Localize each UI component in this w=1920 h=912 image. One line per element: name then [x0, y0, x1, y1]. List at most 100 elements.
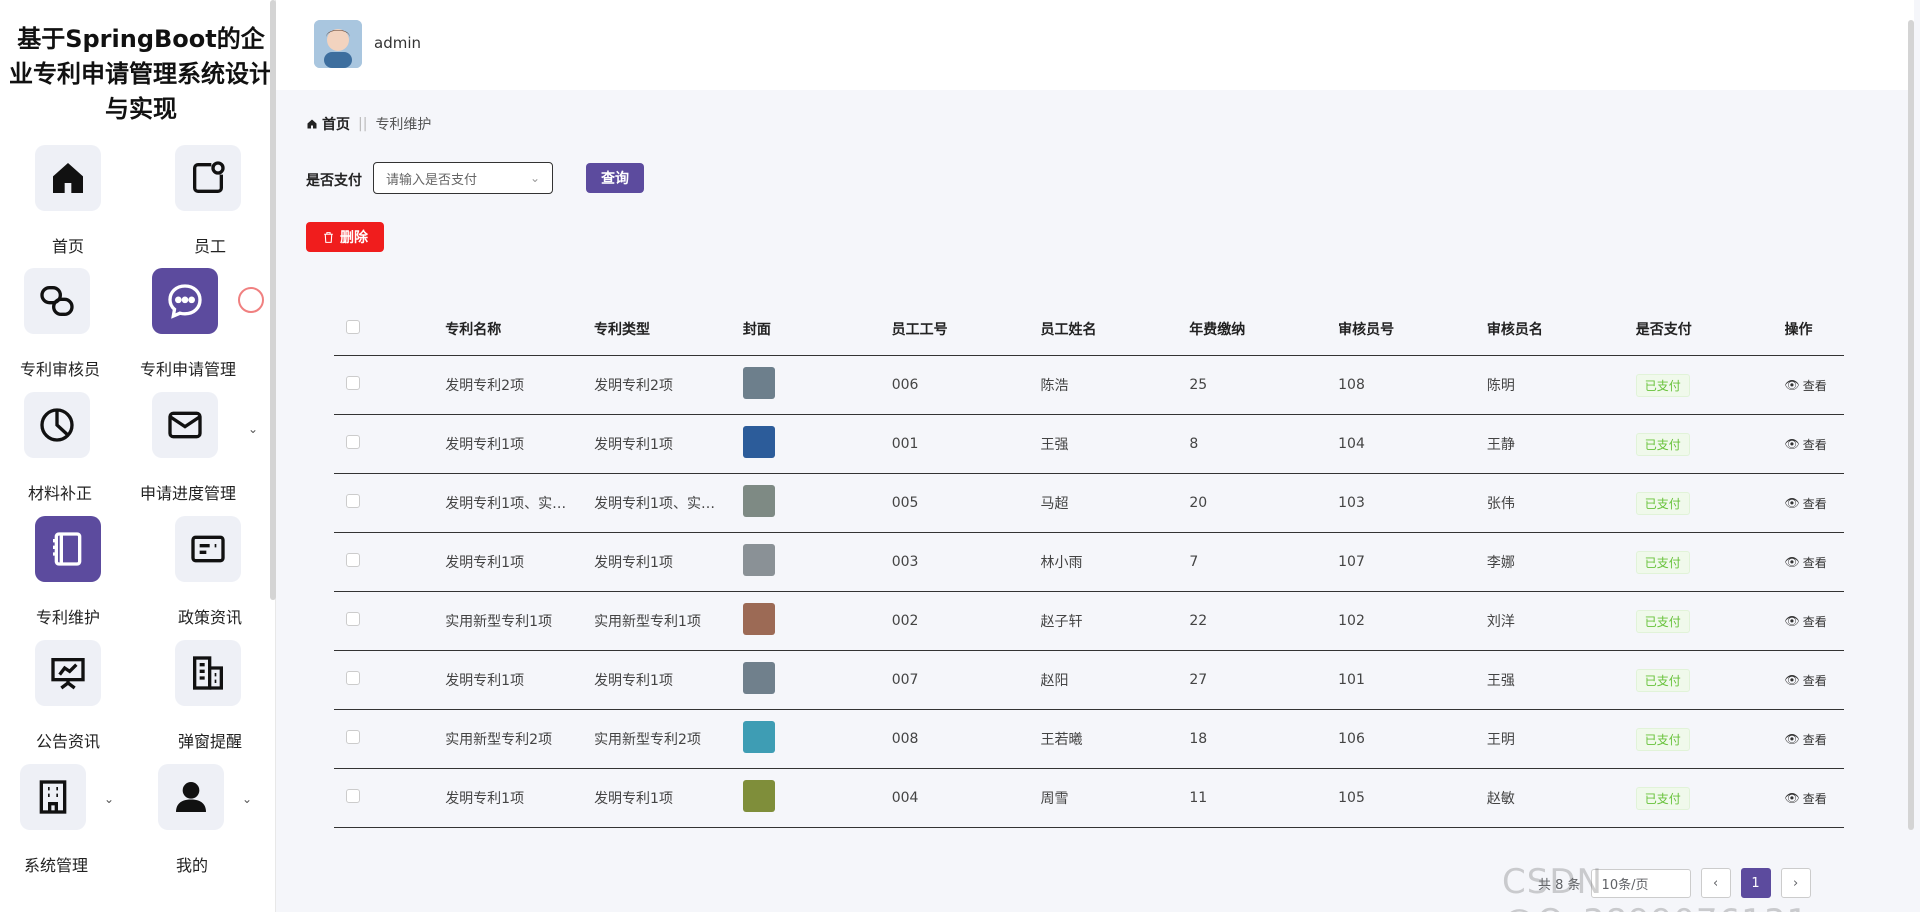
- sidebar-item-material[interactable]: 材料补正: [0, 392, 136, 514]
- view-label: 查看: [1802, 614, 1827, 629]
- page-scrollbar[interactable]: [1908, 20, 1914, 830]
- sidebar-item-patent-maintenance[interactable]: 专利维护: [0, 516, 136, 638]
- chevron-down-icon[interactable]: ⌄: [104, 792, 114, 806]
- status-badge: 已支付: [1635, 786, 1690, 810]
- notebook-icon: [35, 516, 101, 582]
- main-content: 首页 || 专利维护 是否支付 请输入是否支付 ⌄ 查询 删除 专利名称 专利类…: [276, 90, 1914, 912]
- user-badge-icon: [175, 145, 241, 211]
- patent-type: 发明专利1项: [594, 555, 673, 571]
- column-header[interactable]: 员工工号: [892, 319, 1041, 339]
- patent-name: 发明专利1项、实…: [445, 496, 567, 512]
- breadcrumb-home[interactable]: 首页: [306, 114, 350, 134]
- row-checkbox[interactable]: [346, 612, 360, 626]
- column-header[interactable]: 年费缴纳: [1189, 319, 1338, 339]
- sidebar-item-popup[interactable]: 弹窗提醒: [142, 640, 278, 762]
- column-header[interactable]: 专利类型: [594, 319, 743, 339]
- view-button[interactable]: 👁 查看: [1785, 377, 1845, 394]
- column-header[interactable]: 员工姓名: [1040, 319, 1189, 339]
- sidebar-item-employee[interactable]: 员工: [142, 145, 278, 267]
- sidebar-item-auditor[interactable]: 专利审核员: [0, 268, 136, 390]
- column-header[interactable]: 审核员号: [1338, 319, 1487, 339]
- status-badge: 已支付: [1635, 550, 1690, 574]
- patent-name: 发明专利1项: [445, 437, 525, 453]
- row-checkbox[interactable]: [346, 435, 360, 449]
- watermark: CSDN @Q_3899076131: [1502, 862, 1808, 912]
- row-checkbox[interactable]: [346, 789, 360, 803]
- cover-image[interactable]: [742, 603, 775, 635]
- avatar[interactable]: [314, 20, 362, 68]
- sidebar-item-home[interactable]: 首页: [0, 145, 136, 267]
- row-select-cell: [334, 494, 445, 512]
- cover-image[interactable]: [742, 367, 775, 399]
- username[interactable]: admin: [374, 34, 421, 52]
- select-all-checkbox[interactable]: [346, 319, 360, 334]
- row-checkbox[interactable]: [346, 553, 360, 567]
- sidebar-item-mine[interactable]: 我的 ⌄: [142, 764, 278, 886]
- sidebar-item-progress[interactable]: 申请进度管理 ⌄: [140, 392, 278, 514]
- employee-number: 003: [891, 554, 919, 570]
- row-checkbox[interactable]: [346, 376, 360, 390]
- cover-image[interactable]: [742, 426, 775, 458]
- view-label: 查看: [1802, 732, 1827, 747]
- cover-image[interactable]: [742, 780, 775, 812]
- employee-number: 002: [891, 613, 919, 629]
- table-row: 发明专利1项 发明专利1项 001 王强 8 104 王静 已支付 👁 查看: [334, 415, 1844, 474]
- cover-image[interactable]: [742, 721, 775, 753]
- sidebar-item-notice[interactable]: 公告资讯: [0, 640, 136, 762]
- eye-icon: 👁: [1784, 496, 1800, 510]
- view-button[interactable]: 👁 查看: [1785, 495, 1845, 512]
- row-select-cell: [334, 789, 445, 807]
- sidebar-item-label: 专利申请管理: [139, 360, 236, 379]
- person-icon: [158, 764, 224, 830]
- presentation-icon: [35, 640, 101, 706]
- breadcrumb: 首页 || 专利维护: [306, 114, 431, 134]
- sidebar-item-system[interactable]: 系统管理 ⌄: [0, 764, 136, 886]
- row-checkbox[interactable]: [346, 494, 360, 508]
- row-checkbox[interactable]: [346, 671, 360, 685]
- cover-cell: [742, 662, 892, 698]
- table-row: 实用新型专利2项 实用新型专利2项 008 王若曦 18 106 王明 已支付 👁 查看: [334, 710, 1844, 769]
- view-button[interactable]: 👁 查看: [1785, 613, 1845, 630]
- cover-image[interactable]: [742, 662, 775, 694]
- breadcrumb-separator: ||: [358, 116, 368, 132]
- status-badge: 已支付: [1635, 727, 1690, 751]
- auditor-name: 张伟: [1486, 496, 1515, 512]
- select-all-cell: [334, 319, 445, 338]
- column-header[interactable]: 是否支付: [1636, 319, 1785, 339]
- annual-fee: 27: [1189, 672, 1208, 688]
- cover-image[interactable]: [742, 485, 775, 517]
- column-header[interactable]: 专利名称: [445, 319, 594, 339]
- column-header[interactable]: 封面: [743, 319, 892, 339]
- view-button[interactable]: 👁 查看: [1785, 554, 1845, 571]
- column-header[interactable]: 审核员名: [1487, 319, 1636, 339]
- table-row: 发明专利1项 发明专利1项 004 周雪 11 105 赵敏 已支付 👁 查看: [334, 769, 1844, 828]
- query-button[interactable]: 查询: [586, 163, 644, 193]
- paid-filter-label: 是否支付: [306, 173, 362, 189]
- home-icon: [307, 119, 317, 129]
- view-button[interactable]: 👁 查看: [1785, 672, 1845, 689]
- view-label: 查看: [1802, 378, 1827, 393]
- employee-name: 王强: [1040, 437, 1069, 453]
- sidebar-item-label: 系统管理: [23, 856, 88, 875]
- chevron-down-icon[interactable]: ⌄: [242, 792, 252, 806]
- auditor-number: 106: [1338, 731, 1365, 747]
- patent-name: 发明专利1项: [445, 673, 525, 689]
- building-icon: [175, 640, 241, 706]
- cover-image[interactable]: [742, 544, 775, 576]
- row-checkbox[interactable]: [346, 730, 360, 744]
- paid-cell: 已支付: [1635, 432, 1785, 456]
- sidebar-item-application[interactable]: 专利申请管理: [140, 268, 278, 390]
- sidebar-item-policy[interactable]: 政策资讯: [142, 516, 278, 638]
- paid-filter-select[interactable]: 请输入是否支付 ⌄: [373, 162, 553, 194]
- table-row: 实用新型专利1项 实用新型专利1项 002 赵子轩 22 102 刘洋 已支付 👁 查看: [334, 592, 1844, 651]
- table-row: 发明专利1项 发明专利1项 007 赵阳 27 101 王强 已支付 👁 查看: [334, 651, 1844, 710]
- view-button[interactable]: 👁 查看: [1785, 731, 1845, 748]
- action-cell: 👁 查看: [1785, 554, 1845, 571]
- view-button[interactable]: 👁 查看: [1785, 790, 1845, 807]
- delete-button[interactable]: 删除: [306, 222, 384, 252]
- employee-name: 赵阳: [1040, 673, 1069, 689]
- system-title: 基于SpringBoot的企业专利申请管理系统设计与实现: [9, 25, 273, 123]
- annual-fee: 25: [1189, 377, 1208, 393]
- chevron-down-icon[interactable]: ⌄: [248, 422, 258, 436]
- view-button[interactable]: 👁 查看: [1785, 436, 1845, 453]
